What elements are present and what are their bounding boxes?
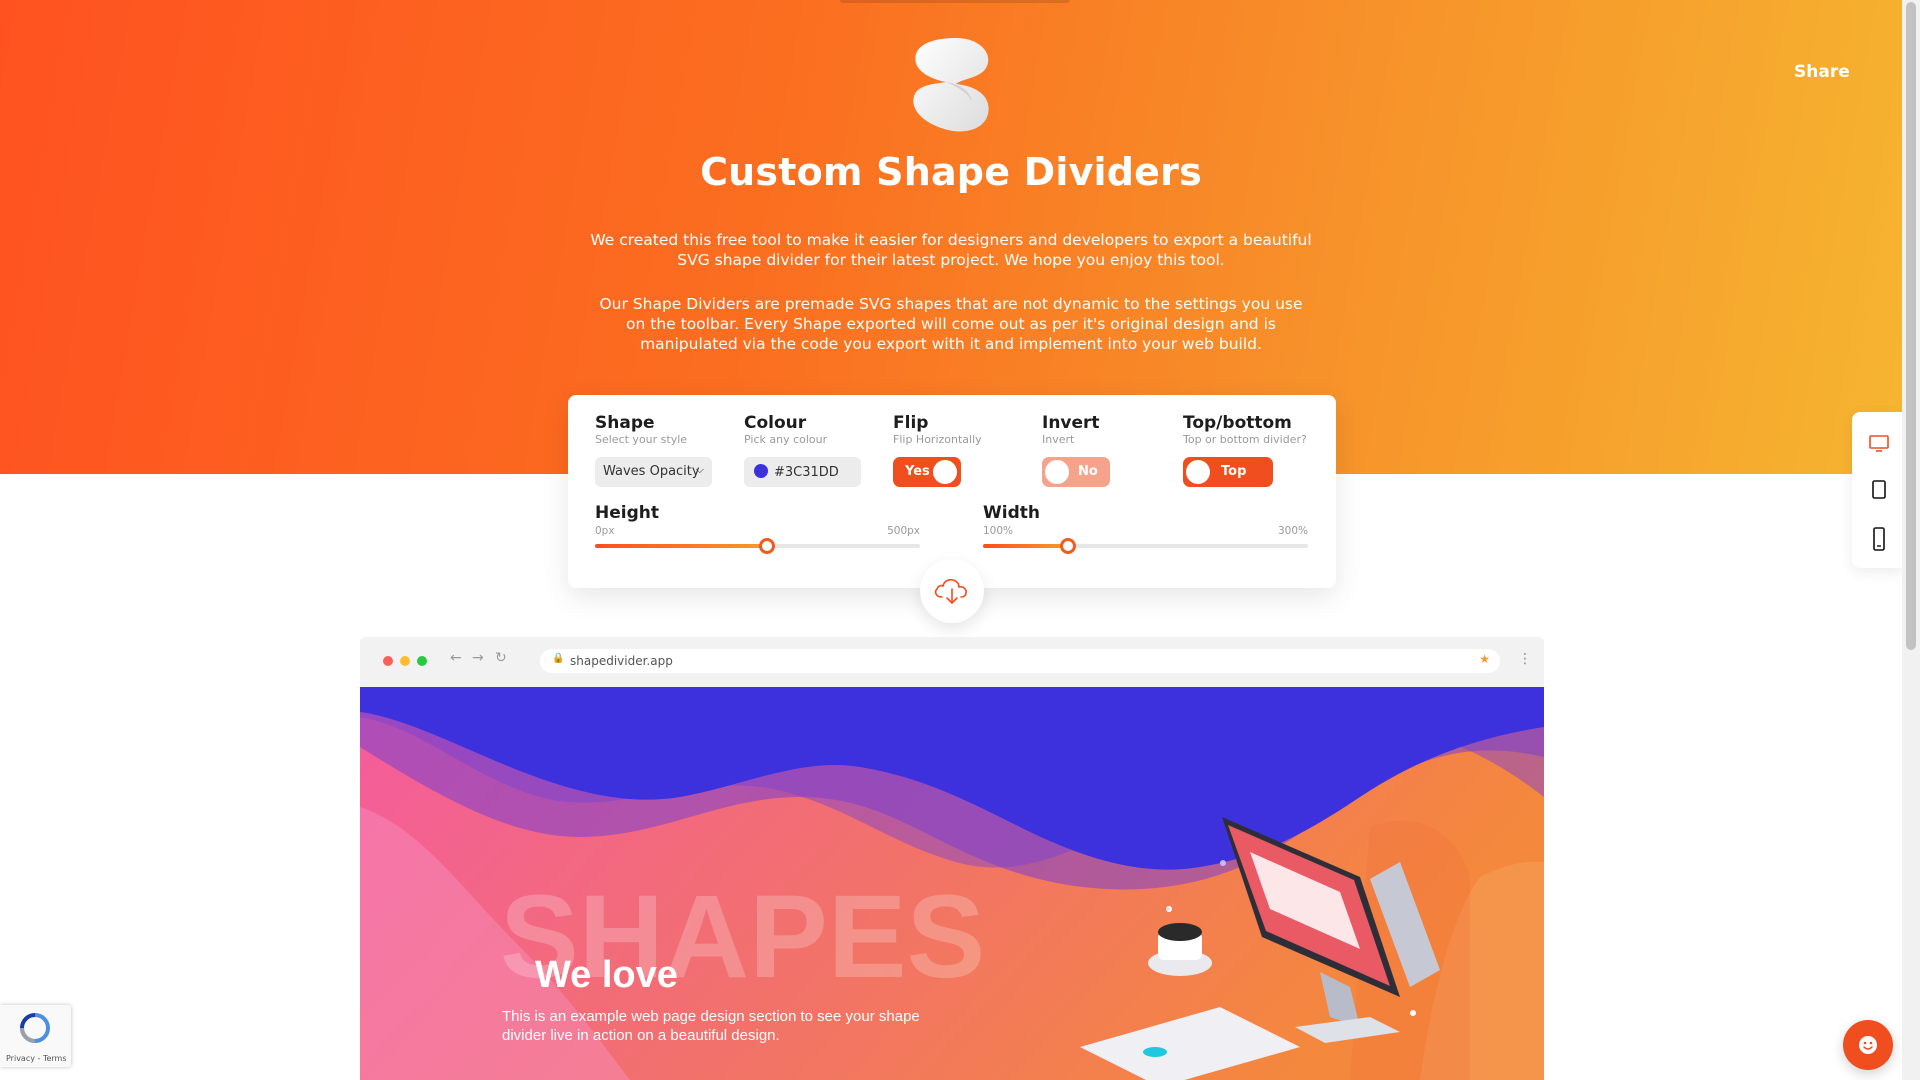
width-slider-thumb[interactable] [1059,538,1076,554]
colour-swatch [754,464,768,478]
width-label: Width [983,503,1040,523]
height-max-label: 500px [887,525,920,537]
colour-value: #3C31DD [774,465,839,480]
device-tablet[interactable] [1852,468,1904,512]
minimize-dot-icon [400,656,410,666]
height-min-label: 0px [595,525,615,537]
flip-toggle-value: Yes [905,464,930,479]
preview-headline: We love [535,954,678,996]
tablet-icon [1872,480,1886,499]
width-slider[interactable] [983,538,1308,554]
invert-toggle-value: No [1078,464,1098,479]
terms-link[interactable]: Terms [43,1054,67,1063]
intro-paragraph-1: We created this free tool to make it eas… [590,231,1312,269]
browser-preview: ← → ↻ 🔒 shapedivider.app ★ ⋮ SHAPES We l… [360,637,1544,1080]
address-bar[interactable]: 🔒 shapedivider.app ★ [540,649,1500,673]
scrollbar-thumb[interactable] [1906,2,1916,650]
top-handle [840,0,1070,3]
close-dot-icon [383,656,393,666]
colour-control: Colour Pick any colour [744,413,827,446]
preview-canvas: SHAPES We love This is an example web pa… [360,687,1544,1080]
recaptcha-links: Privacy - Terms [6,1054,67,1063]
height-slider-group: Height 0px 500px [595,503,920,554]
device-mobile[interactable] [1852,518,1904,562]
toggle-knob [1045,460,1069,484]
share-link[interactable]: Share [1794,62,1850,82]
shape-control: Shape Select your style [595,413,687,446]
reload-icon[interactable]: ↻ [495,650,507,666]
shape-select-value: Waves Opacity [603,464,700,479]
back-arrow-icon[interactable]: ← [450,650,462,666]
position-control: Top/bottom Top or bottom divider? [1183,413,1307,446]
device-switcher [1852,412,1904,568]
shape-select[interactable]: Waves Opacity ⌵ [595,457,712,487]
chevron-down-icon: ⌵ [695,463,704,476]
device-desktop[interactable] [1852,420,1904,464]
page-title: Custom Shape Dividers [700,150,1202,194]
height-slider-fill [595,544,768,548]
logo [913,38,989,132]
toggle-knob [933,460,957,484]
smiley-chat-icon [1859,1036,1877,1054]
height-label: Height [595,503,659,523]
position-toggle[interactable]: Top [1183,457,1273,487]
flip-control: Flip Flip Horizontally [893,413,982,446]
shape-label: Shape [595,413,655,433]
invert-sublabel: Invert [1042,433,1075,446]
address-url: shapedivider.app [570,654,673,668]
lock-icon: 🔒 [552,653,565,664]
position-label: Top/bottom [1183,413,1292,433]
position-toggle-value: Top [1221,464,1247,479]
toggle-knob [1186,460,1210,484]
width-slider-group: Width 100% 300% [983,503,1308,554]
forward-arrow-icon[interactable]: → [472,650,484,666]
preview-body: This is an example web page design secti… [502,1008,920,1044]
colour-picker[interactable]: #3C31DD [744,457,861,487]
desktop-icon [1869,435,1889,452]
invert-label: Invert [1042,413,1100,433]
colour-sublabel: Pick any colour [744,433,828,446]
chat-button[interactable] [1843,1020,1893,1070]
download-button[interactable] [920,559,984,623]
cloud-download-icon [934,578,967,604]
privacy-link[interactable]: Privacy [6,1054,35,1063]
height-slider-thumb[interactable] [759,538,776,554]
invert-control: Invert Invert [1042,413,1100,446]
maximize-dot-icon [417,656,427,666]
mobile-icon [1873,527,1885,551]
browser-chrome: ← → ↻ 🔒 shapedivider.app ★ ⋮ [360,637,1544,687]
invert-toggle[interactable]: No [1042,457,1110,487]
flip-sublabel: Flip Horizontally [893,433,982,446]
star-icon[interactable]: ★ [1479,652,1490,666]
intro-paragraph-2: Our Shape Dividers are premade SVG shape… [599,295,1303,353]
page-scrollbar[interactable] [1902,0,1920,1080]
flip-toggle[interactable]: Yes [893,457,961,487]
width-max-label: 300% [1277,525,1308,537]
width-min-label: 100% [983,525,1014,537]
recaptcha-icon [20,1013,50,1043]
flip-label: Flip [893,413,929,433]
colour-label: Colour [744,413,807,433]
recaptcha-badge[interactable]: Privacy - Terms [0,1005,71,1067]
kebab-menu-icon[interactable]: ⋮ [1518,651,1532,667]
height-slider[interactable] [595,538,920,554]
position-sublabel: Top or bottom divider? [1183,433,1307,446]
shape-sublabel: Select your style [595,433,688,446]
width-slider-fill [983,544,1068,548]
